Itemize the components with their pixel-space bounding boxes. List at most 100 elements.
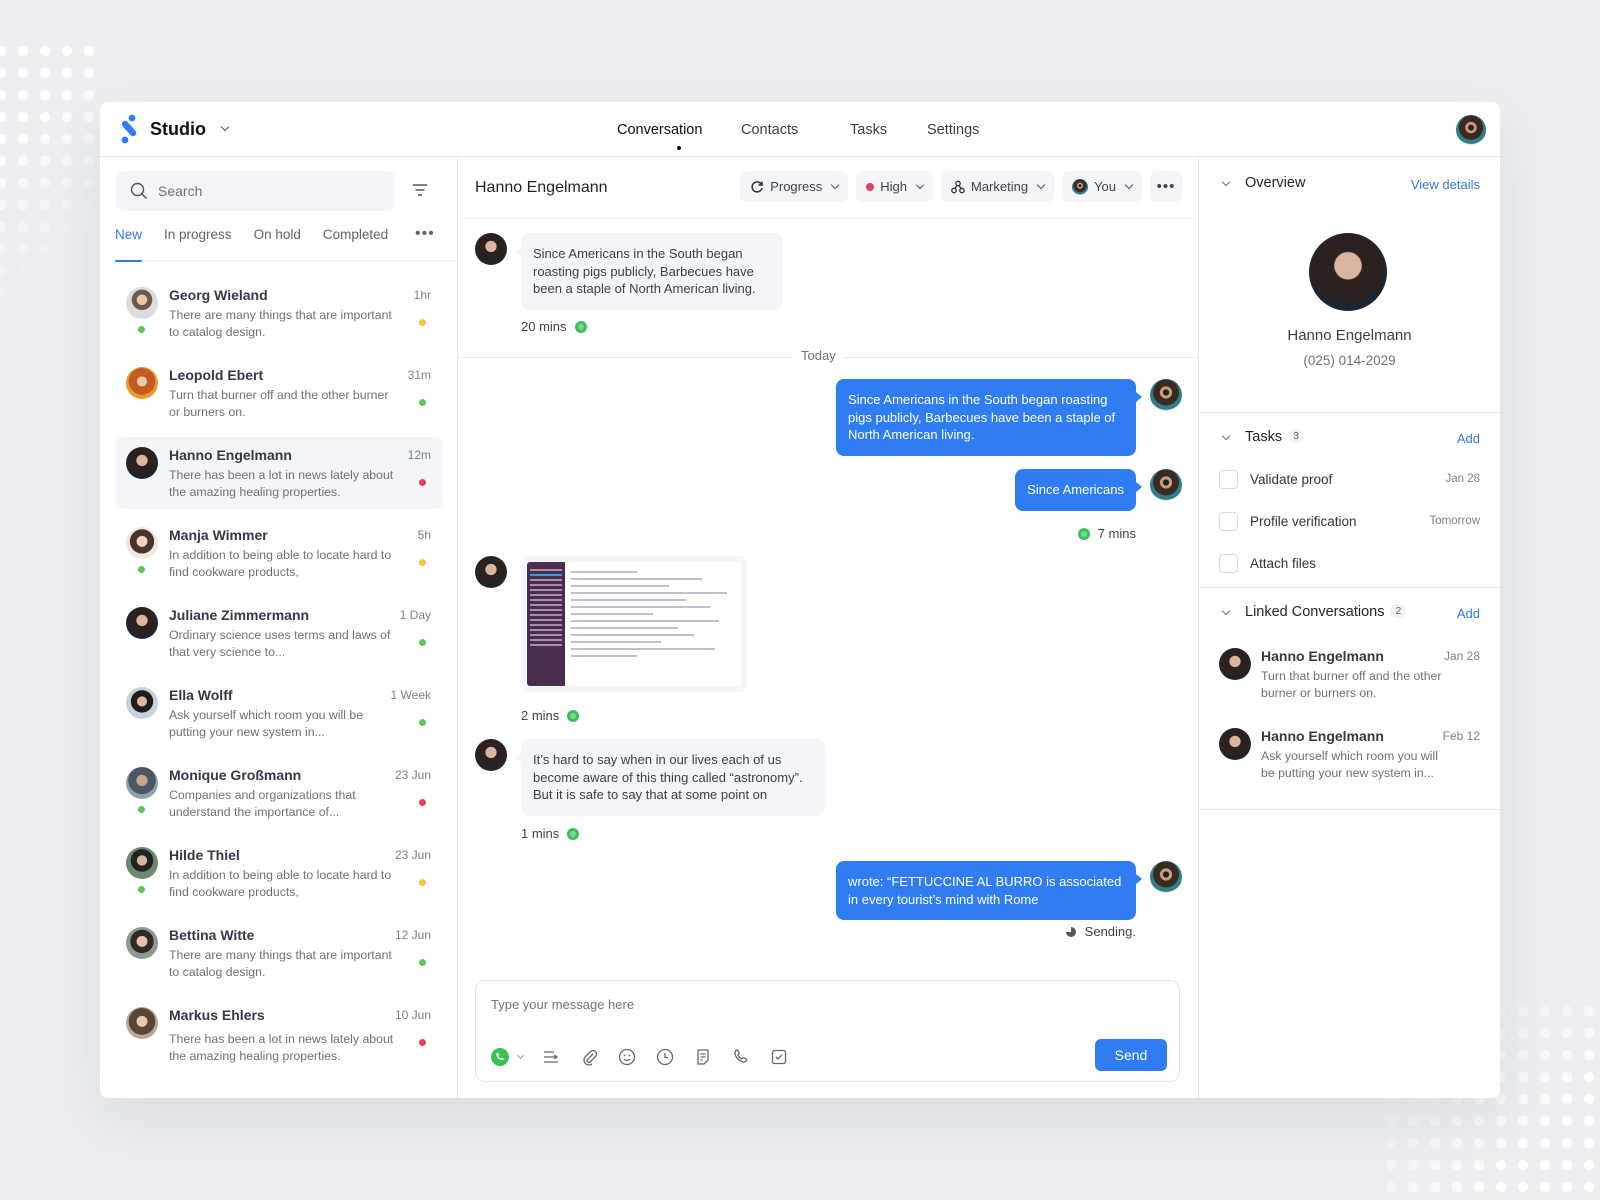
- filter-icon[interactable]: [412, 183, 428, 197]
- priority-dot-icon: [419, 719, 426, 726]
- channel-selector[interactable]: [490, 1047, 525, 1067]
- clock-icon[interactable]: [655, 1047, 675, 1067]
- note-icon[interactable]: [693, 1047, 713, 1067]
- tab-new[interactable]: New: [115, 227, 143, 262]
- tab-completed[interactable]: Completed: [323, 227, 388, 261]
- contact-name: Markus Ehlers: [169, 1007, 265, 1023]
- contact-avatar: [126, 527, 158, 559]
- online-status-dot: [138, 566, 145, 573]
- task-checkbox[interactable]: [1219, 553, 1238, 573]
- message-outgoing: Since Americans: [882, 469, 1182, 511]
- contact-avatar-large: [1309, 233, 1387, 311]
- chevron-down-icon: [516, 1051, 525, 1059]
- conversation-item[interactable]: Ella Wolff 1 Week Ask yourself which room …: [115, 677, 443, 749]
- task-due-date: Jan 28: [1445, 473, 1480, 485]
- attachment-icon[interactable]: [579, 1047, 599, 1067]
- whatsapp-icon: [567, 709, 580, 722]
- conversation-item[interactable]: Monique Großmann 23 Jun Companies and orga…: [115, 757, 443, 829]
- task-label: Attach files: [1250, 555, 1317, 571]
- task-item[interactable]: Profile verification Tomorrow: [1219, 510, 1480, 532]
- add-linked-link[interactable]: Add: [1457, 606, 1480, 621]
- message-incoming-image: [475, 556, 755, 696]
- conversation-time: 10 Jun: [394, 1008, 431, 1022]
- user-avatar: [1150, 379, 1182, 411]
- contact-name: Georg Wieland: [169, 287, 268, 303]
- nav-settings[interactable]: Settings: [927, 102, 1007, 157]
- conversation-item[interactable]: Leopold Ebert 31m Turn that burner off and…: [115, 357, 443, 429]
- contact-avatar: [126, 847, 158, 879]
- whatsapp-icon: [491, 1048, 509, 1066]
- linked-conversation-item[interactable]: Hanno Engelmann Feb 12 Ask yourself which …: [1219, 728, 1480, 798]
- conversation-time: 23 Jun: [394, 848, 431, 862]
- linked-conversation-item[interactable]: Hanno Engelmann Jan 28 Turn that burner of…: [1219, 648, 1480, 718]
- conversation-item[interactable]: Juliane Zimmermann 1 Day Ordinary science …: [115, 597, 443, 669]
- conversation-item[interactable]: Bettina Witte 12 Jun There are many things…: [115, 917, 443, 989]
- collapse-chevron-icon[interactable]: [1221, 431, 1231, 441]
- nav-contacts[interactable]: Contacts: [741, 102, 850, 157]
- message-preview: There are many things that are important…: [169, 308, 392, 339]
- status-dropdown[interactable]: Progress: [740, 171, 849, 202]
- priority-dot-icon: [419, 959, 426, 966]
- collapse-chevron-icon[interactable]: [1221, 606, 1231, 616]
- message-preview: Ask yourself which room you will be putt…: [169, 708, 364, 739]
- conversation-item[interactable]: Markus Ehlers 10 Jun There has been a lot …: [115, 997, 443, 1069]
- message-preview: Turn that burner off and the other burne…: [1261, 669, 1442, 700]
- contact-name: Manja Wimmer: [169, 527, 268, 543]
- contact-name: Bettina Witte: [169, 927, 255, 943]
- message-bubble: Since Americans in the South began roast…: [836, 379, 1142, 456]
- conversation-time: 1hr: [413, 288, 431, 302]
- search-input[interactable]: Search: [116, 171, 395, 211]
- task-item[interactable]: Validate proof Jan 28: [1219, 468, 1480, 490]
- more-options-button[interactable]: •••: [1150, 171, 1182, 202]
- workspace-switcher[interactable]: Studio: [120, 114, 230, 144]
- conversation-item[interactable]: Manja Wimmer 5h In addition to being able …: [115, 517, 443, 589]
- whatsapp-icon: [567, 827, 580, 840]
- contact-avatar: [1219, 728, 1251, 760]
- view-details-link[interactable]: View details: [1411, 177, 1480, 192]
- conversation-time: 31m: [407, 368, 431, 382]
- linked-conversations-section: Linked Conversations 2 Add Hanno Engelman…: [1199, 588, 1500, 810]
- top-bar: Studio Conversation Contacts Tasks Setti…: [100, 102, 1500, 157]
- more-tabs-icon[interactable]: •••: [415, 225, 435, 243]
- contact-avatar: [126, 1007, 158, 1039]
- screenshot-thumbnail: [527, 562, 741, 686]
- chevron-down-icon: [1036, 180, 1046, 189]
- message-bubble: Since Americans in the South began roast…: [515, 233, 783, 310]
- conversation-list: Georg Wieland 1hr There are many things th…: [115, 277, 443, 1077]
- task-checkbox-icon[interactable]: [769, 1047, 789, 1067]
- add-task-link[interactable]: Add: [1457, 431, 1480, 446]
- nav-conversation[interactable]: Conversation: [617, 102, 741, 157]
- nav-tasks[interactable]: Tasks: [850, 102, 927, 157]
- template-icon[interactable]: [541, 1047, 561, 1067]
- image-attachment[interactable]: [521, 556, 747, 692]
- priority-dot-icon: [866, 182, 875, 191]
- assignee-dropdown[interactable]: You: [1062, 171, 1142, 202]
- task-checkbox[interactable]: [1219, 469, 1238, 489]
- conversation-item[interactable]: Georg Wieland 1hr There are many things th…: [115, 277, 443, 349]
- team-dropdown[interactable]: Marketing: [940, 171, 1055, 202]
- chevron-down-icon: [1124, 180, 1134, 189]
- task-item[interactable]: Attach files: [1219, 552, 1480, 574]
- contact-avatar: [475, 233, 507, 265]
- priority-dropdown[interactable]: High: [856, 171, 933, 202]
- message-bubble: Since Americans: [1015, 469, 1142, 511]
- emoji-icon[interactable]: [617, 1047, 637, 1067]
- collapse-chevron-icon[interactable]: [1221, 177, 1231, 187]
- tab-in-progress[interactable]: In progress: [164, 227, 232, 261]
- conversation-sidebar: Search New In progress On hold Completed…: [100, 157, 458, 1098]
- tab-on-hold[interactable]: On hold: [254, 227, 301, 261]
- conversation-item[interactable]: Hanno Engelmann 12m There has been a lot i…: [115, 437, 443, 509]
- contact-name: Ella Wolff: [169, 687, 233, 703]
- phone-icon[interactable]: [731, 1047, 751, 1067]
- message-preview: There has been a lot in news lately abou…: [169, 1032, 394, 1063]
- user-avatar[interactable]: [1456, 115, 1486, 145]
- message-meta: 7 mins: [1077, 526, 1136, 541]
- task-checkbox[interactable]: [1219, 511, 1238, 531]
- chevron-down-icon: [830, 180, 840, 189]
- tasks-title: Tasks 3: [1245, 429, 1304, 445]
- message-input[interactable]: [491, 997, 1091, 1012]
- priority-dot-icon: [419, 799, 426, 806]
- conversation-item[interactable]: Hilde Thiel 23 Jun In addition to being ab…: [115, 837, 443, 909]
- conversation-date: Jan 28: [1443, 649, 1480, 663]
- send-button[interactable]: Send: [1095, 1039, 1167, 1071]
